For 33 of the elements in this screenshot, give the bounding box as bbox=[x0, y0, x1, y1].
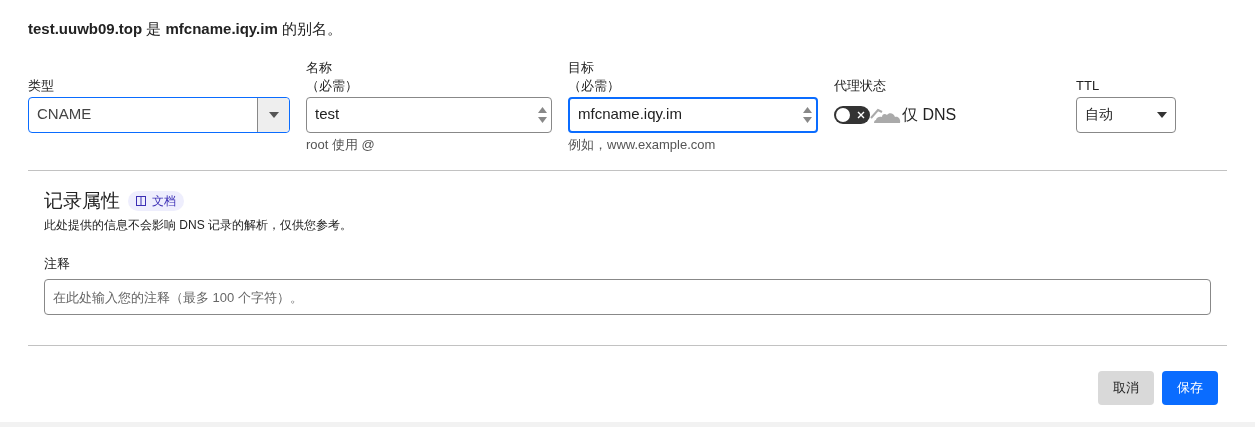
field-hint: 例如，www.example.com bbox=[568, 135, 717, 154]
field-label: 目标 bbox=[568, 58, 595, 77]
x-icon bbox=[857, 110, 865, 119]
ttl-select[interactable]: 自动 bbox=[1076, 96, 1176, 133]
field-label: TTL bbox=[1076, 76, 1101, 95]
caret-icon bbox=[1157, 111, 1167, 118]
decrement-icon[interactable] bbox=[803, 116, 812, 123]
field-label: 名称 bbox=[306, 58, 333, 77]
comment-field[interactable]: 在此处输入您的注释（最多 100 个字符）。 bbox=[44, 279, 1211, 315]
comment-label: 注释 bbox=[44, 254, 71, 273]
field-label: 类型 bbox=[28, 76, 55, 95]
field-hint: root 使用 @ bbox=[306, 135, 376, 154]
book-icon bbox=[136, 196, 146, 207]
name-field[interactable]: test bbox=[306, 96, 552, 133]
docs-link[interactable]: 文档 bbox=[128, 191, 184, 212]
proxy-toggle[interactable] bbox=[834, 105, 870, 124]
increment-icon[interactable] bbox=[803, 106, 812, 113]
field-label: 代理状态 bbox=[834, 76, 887, 95]
caret-icon bbox=[268, 111, 279, 118]
dropdown-button[interactable] bbox=[257, 97, 289, 132]
alias-sentence: test.uuwb09.top 是 mfcname.iqy.im 的别名。 bbox=[28, 19, 343, 39]
required-label: （必需） bbox=[568, 76, 621, 95]
section-description: 此处提供的信息不会影响 DNS 记录的解析，仅供您参考。 bbox=[44, 216, 353, 234]
target-field[interactable]: mfcname.iqy.im bbox=[568, 96, 818, 133]
section-title: 记录属性 bbox=[44, 189, 120, 213]
decrement-icon[interactable] bbox=[538, 116, 547, 123]
increment-icon[interactable] bbox=[538, 106, 547, 113]
cancel-button[interactable]: 取消 bbox=[1098, 371, 1154, 405]
required-label: （必需） bbox=[306, 76, 359, 95]
save-button[interactable]: 保存 bbox=[1162, 371, 1218, 405]
proxy-status: 仅 DNS bbox=[902, 104, 957, 125]
type-select[interactable]: CNAME bbox=[28, 96, 290, 133]
select-value: CNAME bbox=[36, 104, 93, 125]
